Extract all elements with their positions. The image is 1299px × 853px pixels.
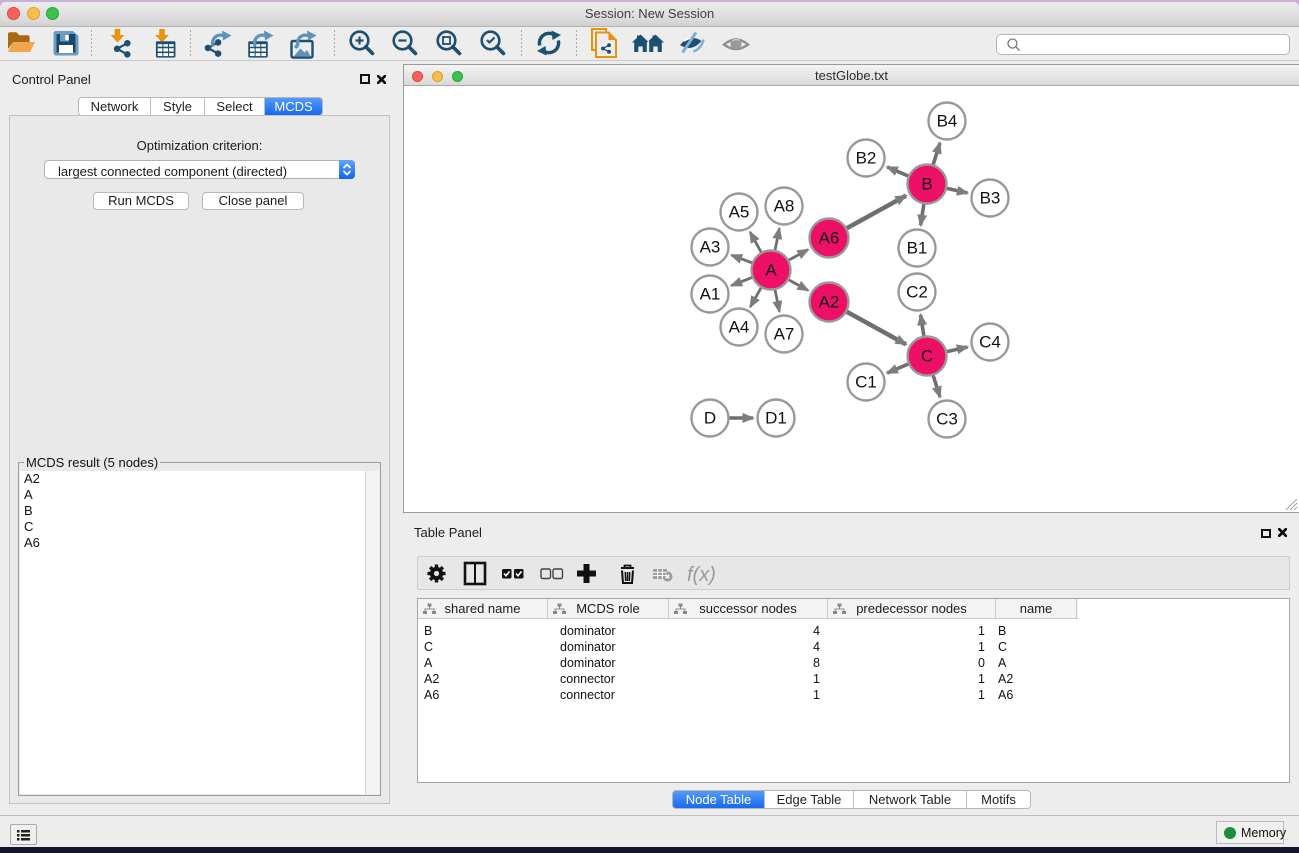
svg-text:A6: A6 (819, 229, 840, 248)
svg-text:f(x): f(x) (687, 564, 716, 586)
svg-text:B3: B3 (980, 189, 1001, 208)
svg-text:A7: A7 (774, 325, 795, 344)
svg-text:C1: C1 (855, 373, 877, 392)
svg-text:B2: B2 (856, 149, 877, 168)
svg-text:A2: A2 (819, 293, 840, 312)
svg-text:A8: A8 (774, 197, 795, 216)
svg-text:B: B (921, 175, 932, 194)
svg-text:A1: A1 (700, 285, 721, 304)
svg-text:D1: D1 (765, 409, 787, 428)
svg-text:C: C (921, 347, 933, 366)
svg-text:C3: C3 (936, 410, 958, 429)
svg-text:A4: A4 (729, 318, 750, 337)
svg-text:D: D (704, 409, 716, 428)
svg-text:C2: C2 (906, 283, 928, 302)
svg-text:A: A (765, 261, 777, 280)
svg-text:C4: C4 (979, 333, 1001, 352)
svg-text:A3: A3 (700, 238, 721, 257)
svg-text:B1: B1 (907, 239, 928, 258)
svg-text:A5: A5 (729, 203, 750, 222)
svg-text:B4: B4 (937, 112, 958, 131)
